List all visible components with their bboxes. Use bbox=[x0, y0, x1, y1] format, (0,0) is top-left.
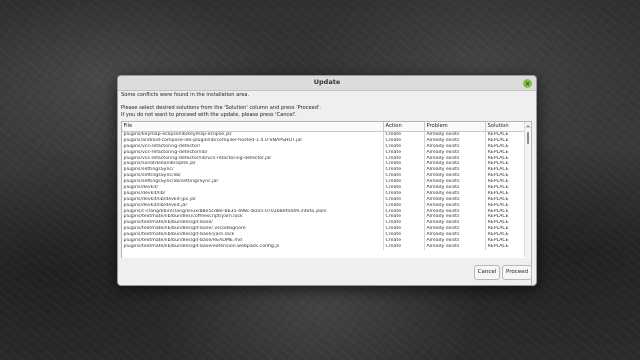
solution-cell[interactable]: REPLACE bbox=[486, 243, 526, 250]
column-header-solution[interactable]: Solution bbox=[486, 122, 526, 131]
select-solution-message: Please select desired solutions from the… bbox=[121, 105, 322, 111]
column-header-file[interactable]: File bbox=[122, 122, 384, 131]
scroll-thumb[interactable] bbox=[526, 132, 529, 144]
column-header-problem[interactable]: Problem bbox=[425, 122, 486, 131]
chevron-up-icon bbox=[526, 124, 530, 128]
file-cell: plugins/textmate/lib/bundles/git-base/ex… bbox=[122, 243, 384, 250]
cancel-button[interactable]: Cancel bbox=[474, 265, 500, 280]
table-row[interactable]: plugins/textmate/lib/bundles/git-base/ex… bbox=[122, 243, 531, 250]
column-header-action[interactable]: Action bbox=[384, 122, 425, 131]
cancel-message: If you do not want to proceed with the u… bbox=[121, 111, 297, 118]
update-dialog: Update Some conflicts were found in the … bbox=[117, 75, 537, 286]
button-bar: Cancel Proceed bbox=[118, 265, 536, 280]
table-header: File Action Problem Solution bbox=[122, 122, 531, 132]
title-bar: Update bbox=[118, 76, 536, 91]
close-button[interactable] bbox=[523, 78, 532, 88]
action-cell: Create bbox=[384, 243, 425, 250]
problem-cell: Already exists bbox=[425, 243, 486, 250]
vertical-scrollbar[interactable] bbox=[524, 122, 531, 257]
dialog-title: Update bbox=[313, 78, 341, 86]
close-icon bbox=[525, 81, 530, 85]
proceed-button[interactable]: Proceed bbox=[502, 265, 532, 280]
conflicts-message: Some conflicts were found in the install… bbox=[121, 92, 250, 98]
table-body: plugins/keymap-eclipse/lib/keymap-eclips… bbox=[122, 132, 531, 250]
scroll-up-button[interactable] bbox=[525, 122, 531, 130]
